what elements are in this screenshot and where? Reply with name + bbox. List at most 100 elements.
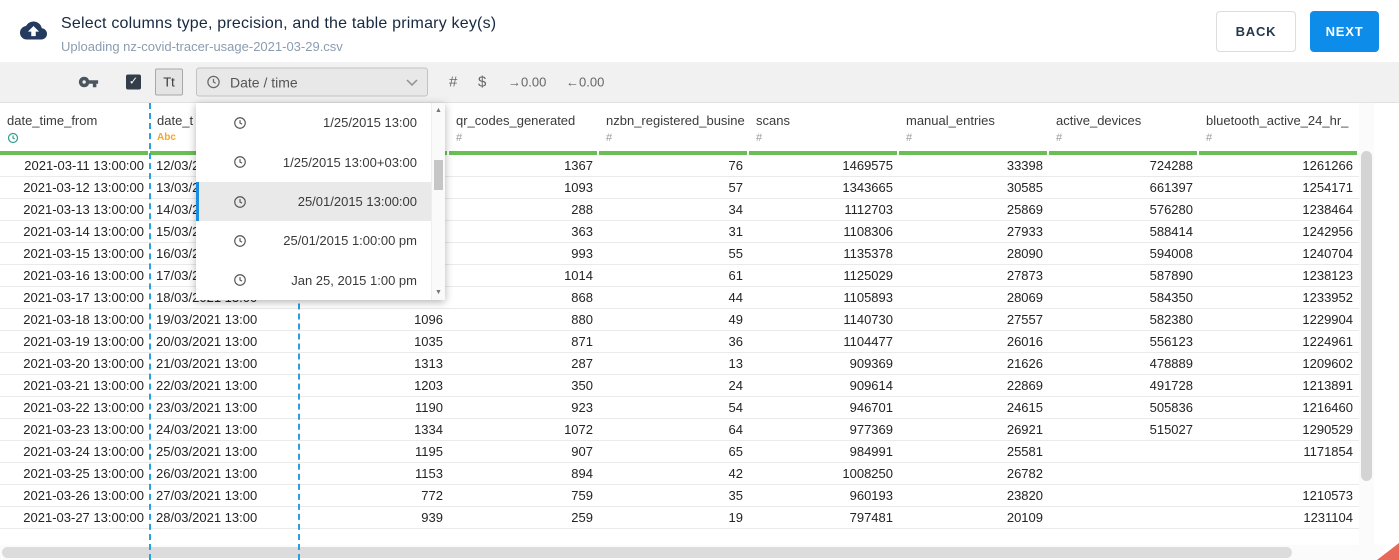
table-cell: 1343665 [842, 180, 893, 195]
text-type-button[interactable]: Tt [155, 68, 183, 96]
table-cell: 25581 [1006, 444, 1043, 459]
table-cell: 55 [728, 246, 743, 261]
column-type-toolbar: ✓ Tt Date / time # $ →0.00 ←0.00 [0, 62, 1399, 103]
upload-status-text: Uploading nz-covid-tracer-usage-2021-03-… [61, 38, 343, 54]
table-cell: 26921 [1006, 422, 1043, 437]
format-option[interactable]: Jan 25, 2015 1:00 pm [196, 261, 431, 300]
column-header-bluetooth_active_24_hr_[interactable]: bluetooth_active_24_hr_ # [1199, 103, 1359, 155]
scroll-down-icon[interactable]: ▼ [432, 289, 445, 296]
table-cell: 33398 [1006, 158, 1043, 173]
column-header-scans[interactable]: scans # [749, 103, 899, 155]
table-cell: 946701 [849, 400, 893, 415]
table-cell: 61 [728, 268, 743, 283]
corner-resize-badge [1377, 543, 1399, 560]
page-title: Select columns type, precision, and the … [61, 14, 497, 32]
table-cell: 576280 [1149, 202, 1193, 217]
increase-decimals-button[interactable]: ←0.00 [566, 75, 604, 90]
table-cell: 868 [571, 290, 593, 305]
horizontal-scroll-thumb[interactable] [2, 547, 1292, 558]
primary-key-icon[interactable] [78, 72, 99, 93]
table-cell: 2021-03-25 13:00:00 [23, 466, 144, 481]
table-cell: 24615 [1006, 400, 1043, 415]
table-cell: 1229904 [1302, 312, 1353, 327]
number-type-button[interactable]: # [449, 74, 457, 91]
number-type-label: # [1056, 132, 1063, 144]
table-cell: 1224961 [1302, 334, 1353, 349]
table-cell: 1108306 [843, 224, 893, 239]
column-header-active_devices[interactable]: active_devices # [1049, 103, 1199, 155]
table-cell: 65 [728, 444, 743, 459]
table-cell: 2021-03-23 13:00:00 [23, 422, 144, 437]
table-cell: 28/03/2021 13:00 [156, 510, 258, 525]
column-name: nzbn_registered_busine [606, 113, 745, 128]
table-cell: 26016 [1006, 334, 1043, 349]
vertical-scrollbar[interactable] [1359, 103, 1374, 545]
menu-scrollbar[interactable]: ▲ ▼ [431, 103, 445, 300]
table-cell: 2021-03-11 13:00:00 [24, 158, 144, 173]
horizontal-scrollbar[interactable] [0, 545, 1385, 560]
column-header-nzbn_registered_busine[interactable]: nzbn_registered_busine # [599, 103, 749, 155]
table-cell: 772 [421, 488, 443, 503]
datetime-format-menu: 1/25/2015 13:00 1/25/2015 13:00+03:00 25/0… [196, 103, 445, 300]
table-cell: 584350 [1149, 290, 1193, 305]
scroll-up-icon[interactable]: ▲ [432, 107, 445, 114]
table-cell: 582380 [1149, 312, 1193, 327]
table-cell: 1096 [414, 312, 443, 327]
table-row: 2021-03-19 13:00:00 20/03/2021 13:00 1035 8… [0, 331, 1359, 353]
table-cell: 24 [728, 378, 743, 393]
column-header-qr_codes_generated[interactable]: qr_codes_generated # [449, 103, 599, 155]
table-cell [1049, 507, 1199, 528]
table-cell: 287 [571, 356, 593, 371]
decrease-decimals-button[interactable]: →0.00 [508, 75, 546, 90]
table-cell: 64 [728, 422, 743, 437]
currency-type-button[interactable]: $ [478, 74, 486, 91]
table-cell [1199, 463, 1359, 484]
back-button[interactable]: BACK [1216, 10, 1296, 52]
table-cell: 1140730 [843, 312, 893, 327]
table-row: 2021-03-27 13:00:00 28/03/2021 13:00 939 25… [0, 507, 1359, 529]
clock-icon [233, 155, 247, 169]
text-type-label: Abc [157, 132, 176, 143]
column-header-manual_entries[interactable]: manual_entries # [899, 103, 1049, 155]
table-cell: 36 [728, 334, 743, 349]
selected-column-left-edge [149, 103, 151, 560]
table-cell: 894 [571, 466, 593, 481]
table-cell: 19 [728, 510, 743, 525]
table-cell: 1104477 [843, 334, 893, 349]
table-cell: 871 [571, 334, 593, 349]
table-cell: 923 [571, 400, 593, 415]
table-cell: 76 [728, 158, 743, 173]
table-cell: 27557 [1006, 312, 1043, 327]
table-cell: 1254171 [1302, 180, 1353, 195]
table-cell: 27/03/2021 13:00 [156, 488, 258, 503]
table-cell: 2021-03-14 13:00:00 [23, 224, 144, 239]
table-cell: 1213891 [1302, 378, 1353, 393]
table-cell: 13 [728, 356, 743, 371]
table-cell: 1313 [414, 356, 443, 371]
column-header-date_time_from[interactable]: date_time_from [0, 103, 150, 155]
table-cell: 984991 [849, 444, 893, 459]
table-cell: 27933 [1006, 224, 1043, 239]
menu-scroll-thumb[interactable] [434, 160, 443, 190]
table-cell: 24/03/2021 13:00 [156, 422, 258, 437]
number-type-label: # [606, 132, 613, 144]
format-option[interactable]: 1/25/2015 13:00 [196, 103, 431, 142]
datetime-format-dropdown[interactable]: Date / time [196, 67, 428, 97]
table-cell: 34 [728, 202, 743, 217]
format-option[interactable]: 25/01/2015 1:00:00 pm [196, 221, 431, 260]
clock-icon [233, 273, 247, 287]
vertical-scroll-thumb[interactable] [1361, 151, 1372, 481]
table-cell: 1195 [415, 444, 443, 459]
table-cell: 23820 [1006, 488, 1043, 503]
format-option[interactable]: 1/25/2015 13:00+03:00 [196, 142, 431, 181]
next-button[interactable]: NEXT [1310, 10, 1379, 52]
column-name: manual_entries [906, 113, 995, 128]
include-column-checkbox[interactable]: ✓ [126, 74, 141, 90]
table-cell: 25869 [1006, 202, 1043, 217]
format-option-label: 1/25/2015 13:00+03:00 [282, 154, 417, 170]
table-cell: 2021-03-24 13:00:00 [23, 444, 144, 459]
table-cell: 1210573 [1302, 488, 1353, 503]
table-cell: 54 [728, 400, 743, 415]
table-cell: 2021-03-20 13:00:00 [23, 356, 144, 371]
format-option[interactable]: 25/01/2015 13:00:00 [196, 181, 431, 222]
